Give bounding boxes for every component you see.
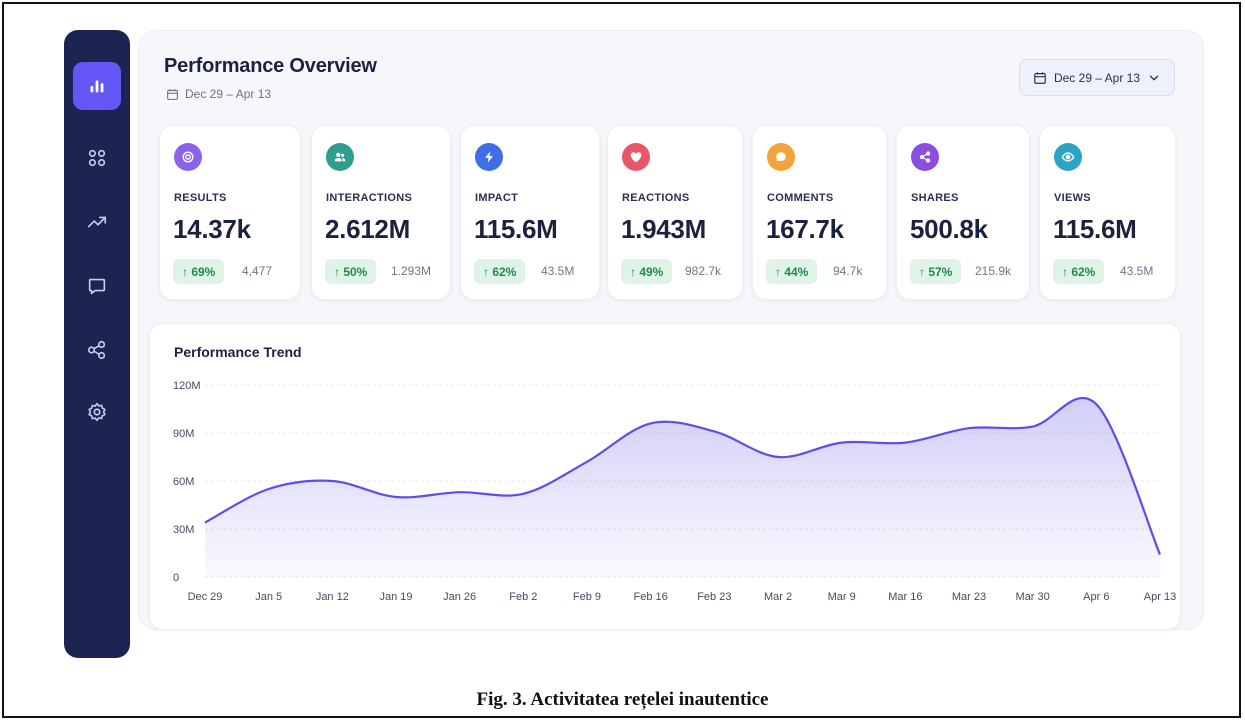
kpi-change-badge: ↑ 69% (173, 259, 225, 284)
x-tick-label: Jan 5 (255, 591, 282, 603)
kpi-card-results[interactable]: RESULTS 14.37k ↑ 69% 4,477 (159, 125, 301, 300)
x-tick-label: Apr 13 (1144, 591, 1176, 603)
x-tick-label: Mar 2 (764, 591, 792, 603)
kpi-value: 14.37k (173, 214, 251, 244)
eye-icon (1061, 152, 1075, 162)
kpi-previous-value: 982.7k (685, 264, 722, 278)
y-tick-label: 30M (173, 524, 194, 536)
heart-icon (630, 152, 642, 163)
sidebar-item-messages[interactable] (73, 262, 121, 310)
page-title: Performance Overview (164, 55, 377, 77)
kpi-label: IMPACT (475, 192, 519, 204)
y-tick-label: 0 (173, 572, 179, 584)
figure-caption: Fig. 3. Activitatea rețelei inautentice (476, 689, 769, 710)
x-tick-label: Feb 16 (634, 591, 668, 603)
kpi-previous-value: 43.5M (1120, 264, 1154, 278)
message-icon (88, 278, 106, 295)
card-icon-badge (622, 143, 650, 171)
settings-icon (88, 402, 106, 422)
x-tick-label: Feb 2 (509, 591, 537, 603)
kpi-change-badge: ↑ 49% (621, 259, 673, 284)
card-icon-badge (767, 143, 795, 171)
kpi-previous-value: 215.9k (975, 264, 1012, 278)
date-range-picker[interactable]: Dec 29 – Apr 13 (1019, 59, 1175, 96)
sidebar-item-share[interactable] (73, 326, 121, 374)
x-tick-label: Mar 23 (952, 591, 986, 603)
x-tick-label: Jan 19 (379, 591, 412, 603)
sidebar-item-analytics[interactable] (73, 62, 121, 110)
calendar-icon (167, 88, 178, 100)
kpi-value: 1.943M (621, 214, 706, 244)
chevron-down-icon (1149, 75, 1159, 81)
users-icon (334, 152, 346, 162)
card-icon-badge (1054, 143, 1082, 171)
x-tick-label: Jan 12 (316, 591, 349, 603)
x-tick-label: Dec 29 (188, 591, 223, 603)
x-tick-label: Mar 16 (888, 591, 922, 603)
sidebar-item-dashboard[interactable] (73, 134, 121, 182)
x-tick-label: Mar 30 (1016, 591, 1050, 603)
bolt-icon (485, 151, 493, 163)
sidebar-item-settings[interactable] (73, 388, 121, 436)
kpi-value: 167.7k (766, 214, 844, 244)
kpi-previous-value: 4,477 (242, 264, 273, 278)
kpi-change-badge: ↑ 62% (1053, 259, 1105, 284)
kpi-value: 115.6M (474, 214, 558, 244)
y-tick-label: 60M (173, 476, 194, 488)
kpi-value: 500.8k (910, 214, 988, 244)
target-icon (182, 151, 194, 163)
calendar-icon (1034, 71, 1046, 84)
card-icon-badge (475, 143, 503, 171)
sidebar (64, 30, 130, 658)
kpi-label: REACTIONS (622, 192, 690, 204)
kpi-card-shares[interactable]: SHARES 500.8k ↑ 57% 215.9k (896, 125, 1030, 300)
x-tick-label: Feb 9 (573, 591, 601, 603)
kpi-previous-value: 43.5M (541, 264, 575, 278)
kpi-change-badge: ↑ 62% (474, 259, 526, 284)
share-icon (919, 151, 931, 163)
sidebar-item-trends[interactable] (73, 198, 121, 246)
performance-trend-chart: 0 30M 60M 90M 120M Dec 29 Jan 5 Jan 12 Jan 19 Jan… (173, 380, 1176, 603)
kpi-change-badge: ↑ 44% (766, 259, 818, 284)
kpi-label: SHARES (911, 192, 959, 204)
kpi-previous-value: 1.293M (391, 264, 432, 278)
kpi-card-reactions[interactable]: REACTIONS 1.943M ↑ 49% 982.7k (607, 125, 743, 300)
kpi-label: COMMENTS (767, 192, 834, 204)
trending-up-icon (87, 216, 107, 228)
kpi-card-comments[interactable]: COMMENTS 167.7k ↑ 44% 94.7k (752, 125, 887, 300)
date-range-label: Dec 29 – Apr 13 (166, 87, 271, 101)
x-tick-label: Feb 23 (697, 591, 731, 603)
x-tick-label: Jan 26 (443, 591, 476, 603)
card-icon-badge (174, 143, 202, 171)
kpi-label: INTERACTIONS (326, 192, 413, 204)
y-tick-label: 120M (173, 380, 201, 392)
y-tick-label: 90M (173, 428, 194, 440)
comment-icon (776, 152, 786, 162)
date-range-picker-label: Dec 29 – Apr 13 (1053, 70, 1141, 85)
kpi-value: 115.6M (1053, 214, 1137, 244)
bar-chart-icon (90, 80, 104, 93)
date-range-text: Dec 29 – Apr 13 (185, 87, 272, 101)
kpi-previous-value: 94.7k (833, 264, 863, 278)
kpi-change-badge: ↑ 50% (325, 259, 377, 284)
trend-area (205, 397, 1160, 577)
card-icon-badge (326, 143, 354, 171)
grid-icon (88, 149, 106, 167)
x-tick-label: Apr 6 (1083, 591, 1109, 603)
kpi-card-impact[interactable]: IMPACT 115.6M ↑ 62% 43.5M (460, 125, 600, 300)
card-icon-badge (911, 143, 939, 171)
share-icon (87, 340, 106, 360)
kpi-label: RESULTS (174, 192, 227, 204)
x-tick-label: Mar 9 (828, 591, 856, 603)
kpi-card-interactions[interactable]: INTERACTIONS 2.612M ↑ 50% 1.293M (311, 125, 451, 300)
kpi-card-views[interactable]: VIEWS 115.6M ↑ 62% 43.5M (1039, 125, 1176, 300)
kpi-change-badge: ↑ 57% (910, 259, 962, 284)
kpi-label: VIEWS (1054, 192, 1091, 204)
kpi-value: 2.612M (325, 214, 410, 244)
